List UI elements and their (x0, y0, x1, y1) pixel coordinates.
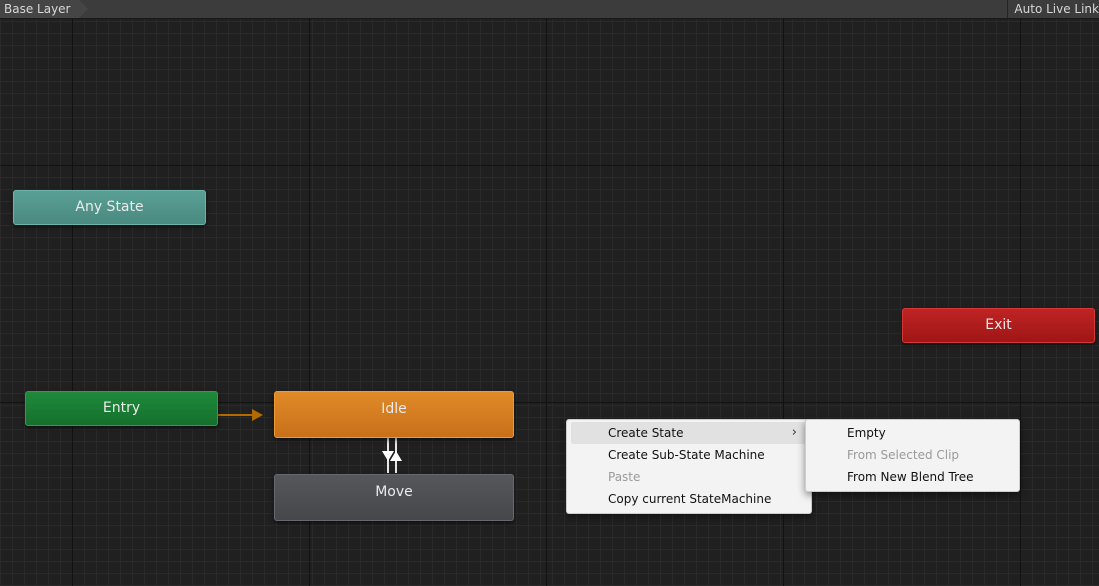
state-machine-graph[interactable]: Any State Entry Idle Move Exit Create St… (0, 19, 1099, 586)
animator-toolbar: Base Layer Auto Live Link (0, 0, 1099, 19)
submenu-item-from-new-blend-tree[interactable]: From New Blend Tree (810, 466, 1015, 488)
submenu-item-empty[interactable]: Empty (810, 422, 1015, 444)
transitions-layer (216, 409, 402, 473)
chevron-right-icon: › (791, 425, 797, 440)
context-menu: Create State › Create Sub-State Machine … (566, 419, 812, 514)
state-idle[interactable]: Idle (274, 391, 514, 438)
auto-live-link-toggle[interactable]: Auto Live Link (1007, 0, 1099, 18)
menu-item-create-state[interactable]: Create State › (571, 422, 807, 444)
menu-item-copy-current-statemachine[interactable]: Copy current StateMachine (571, 488, 807, 510)
default-transition-arrow-icon (252, 409, 263, 421)
submenu-item-from-selected-clip: From Selected Clip (847, 448, 960, 462)
menu-item-create-sub-state-machine[interactable]: Create Sub-State Machine (571, 444, 807, 466)
state-move[interactable]: Move (274, 474, 514, 521)
menu-item-label: Create State (608, 426, 684, 440)
state-exit[interactable]: Exit (902, 308, 1095, 343)
state-entry[interactable]: Entry (25, 391, 218, 426)
menu-item-paste: Paste (608, 470, 641, 484)
state-any-state[interactable]: Any State (13, 190, 206, 225)
create-state-submenu: Empty From Selected Clip From New Blend … (805, 419, 1020, 492)
breadcrumb-base-layer[interactable]: Base Layer (0, 0, 87, 18)
